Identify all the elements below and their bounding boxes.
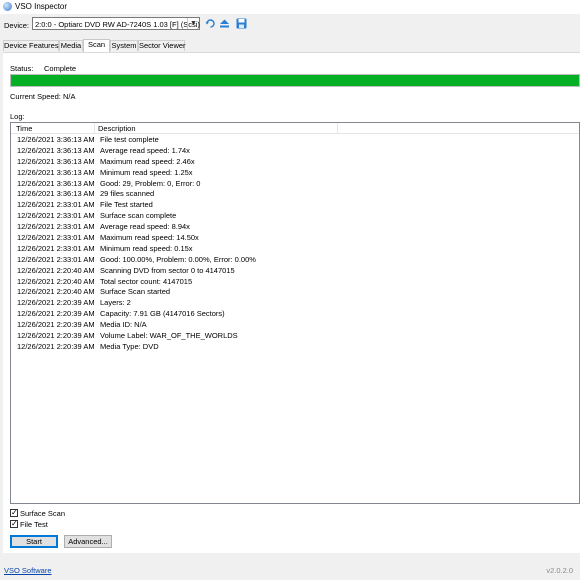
log-time: 12/26/2021 2:20:39 AM xyxy=(17,331,95,341)
log-description: Surface Scan started xyxy=(100,287,171,297)
column-divider[interactable] xyxy=(94,123,95,133)
log-description: Capacity: 7.91 GB (4147016 Sectors) xyxy=(100,309,225,319)
log-description: File test complete xyxy=(100,135,159,144)
log-row[interactable]: 12/26/2021 3:36:13 AM Good: 29, Problem: … xyxy=(11,179,579,190)
progress-fill xyxy=(11,75,579,86)
start-button[interactable]: Start xyxy=(10,535,58,548)
save-icon[interactable] xyxy=(236,18,247,29)
file-test-checkbox[interactable] xyxy=(10,519,18,529)
device-select[interactable]: 2:0:0 - Optiarc DVD RW AD-7240S 1.03 [F]… xyxy=(32,17,200,30)
log-time: 12/26/2021 3:36:13 AM xyxy=(17,167,95,177)
refresh-icon[interactable] xyxy=(205,18,216,29)
log-time: 12/26/2021 2:20:39 AM xyxy=(17,320,95,330)
log-row[interactable]: 12/26/2021 2:20:39 AM Volume Label: WAR_O… xyxy=(11,331,579,342)
log-time: 12/26/2021 2:33:01 AM xyxy=(17,254,95,264)
log-time: 12/26/2021 2:33:01 AM xyxy=(17,222,95,232)
log-label: Log: xyxy=(10,112,25,121)
log-description: Scanning DVD from sector 0 to 4147015 xyxy=(100,265,235,275)
log-description: Minimum read speed: 1.25x xyxy=(100,167,193,177)
log-time: 12/26/2021 3:36:13 AM xyxy=(17,145,95,155)
log-row[interactable]: 12/26/2021 2:20:39 AM Capacity: 7.91 GB (… xyxy=(11,309,579,320)
log-time: 12/26/2021 3:36:13 AM xyxy=(17,156,95,166)
log-description: Maximum read speed: 14.50x xyxy=(100,233,199,243)
log-row[interactable]: 12/26/2021 2:20:40 AM Total sector count:… xyxy=(11,277,579,288)
log-row[interactable]: 12/26/2021 2:33:01 AM Minimum read speed:… xyxy=(11,244,579,255)
status-label: Status: xyxy=(10,64,34,73)
current-speed: Current Speed: N/A xyxy=(10,92,76,101)
log-time: 12/26/2021 2:20:39 AM xyxy=(17,341,95,351)
log-time: 12/26/2021 2:20:40 AM xyxy=(17,265,95,275)
device-select-value: 2:0:0 - Optiarc DVD RW AD-7240S 1.03 [F]… xyxy=(35,20,200,29)
log-time: 12/26/2021 3:36:13 AM xyxy=(17,178,95,188)
log-time: 12/26/2021 3:36:13 AM xyxy=(17,189,95,199)
advanced-button[interactable]: Advanced... xyxy=(64,535,112,548)
log-list[interactable]: Time Description 12/26/2021 3:36:13 AM Fi… xyxy=(10,122,580,504)
tab-system[interactable]: System xyxy=(110,40,138,51)
column-divider[interactable] xyxy=(337,123,338,133)
log-time: 12/26/2021 2:33:01 AM xyxy=(17,200,95,210)
log-row[interactable]: 12/26/2021 3:36:13 AM Minimum read speed:… xyxy=(11,168,579,179)
title-bar: VSO Inspector xyxy=(0,0,580,14)
column-header-description[interactable]: Description xyxy=(98,124,136,133)
window-title: VSO Inspector xyxy=(15,2,68,11)
log-row[interactable]: 12/26/2021 3:36:13 AM Average read speed:… xyxy=(11,146,579,157)
log-description: Media Type: DVD xyxy=(100,341,159,351)
log-description: Media ID: N/A xyxy=(100,320,147,330)
device-label: Device: xyxy=(4,21,30,30)
log-description: Average read speed: 8.94x xyxy=(100,222,190,232)
surface-scan-checkbox[interactable] xyxy=(10,508,18,518)
log-row[interactable]: 12/26/2021 2:20:40 AM Scanning DVD from s… xyxy=(11,266,579,277)
column-header-time[interactable]: Time xyxy=(16,124,32,133)
log-row[interactable]: 12/26/2021 2:33:01 AM File Test started xyxy=(11,200,579,211)
tab-scan[interactable]: Scan xyxy=(83,39,110,52)
status-value: Complete xyxy=(44,64,77,73)
log-description: Volume Label: WAR_OF_THE_WORLDS xyxy=(100,331,238,341)
file-test-label[interactable]: File Test xyxy=(20,520,48,529)
log-row[interactable]: 12/26/2021 2:20:39 AM Layers: 2 xyxy=(11,298,579,309)
log-header: Time Description xyxy=(11,123,579,134)
log-description: Average read speed: 1.74x xyxy=(100,145,190,155)
log-row[interactable]: 12/26/2021 2:20:39 AM Media Type: DVD xyxy=(11,342,579,353)
log-row[interactable]: 12/26/2021 3:36:13 AM Maximum read speed:… xyxy=(11,157,579,168)
log-time: 12/26/2021 2:33:01 AM xyxy=(17,243,95,253)
log-time: 12/26/2021 2:20:39 AM xyxy=(17,298,95,308)
log-time: 12/26/2021 3:36:13 AM xyxy=(17,135,95,144)
log-description: File Test started xyxy=(100,200,153,210)
log-time: 12/26/2021 2:33:01 AM xyxy=(17,233,95,243)
version-label: v2.0.2.0 xyxy=(546,566,573,575)
surface-scan-label[interactable]: Surface Scan xyxy=(20,509,65,518)
log-row[interactable]: 12/26/2021 2:33:01 AM Good: 100.00%, Prob… xyxy=(11,255,579,266)
log-rows: 12/26/2021 3:36:13 AM File test complete 1… xyxy=(11,135,579,353)
app-icon xyxy=(3,2,12,11)
progress-bar xyxy=(10,74,580,87)
log-description: 29 files scanned xyxy=(100,189,155,199)
tab-sector-viewer[interactable]: Sector Viewer xyxy=(138,40,186,51)
vso-software-link[interactable]: VSO Software xyxy=(4,566,52,575)
log-description: Maximum read speed: 2.46x xyxy=(100,156,195,166)
log-description: Layers: 2 xyxy=(100,298,131,308)
log-description: Total sector count: 4147015 xyxy=(100,276,193,286)
chevron-down-icon[interactable]: ▼ xyxy=(187,18,199,29)
log-row[interactable]: 12/26/2021 3:36:13 AM File test complete xyxy=(11,135,579,146)
log-row[interactable]: 12/26/2021 2:33:01 AM Surface scan comple… xyxy=(11,211,579,222)
log-time: 12/26/2021 2:20:40 AM xyxy=(17,276,95,286)
log-row[interactable]: 12/26/2021 2:20:39 AM Media ID: N/A xyxy=(11,320,579,331)
log-row[interactable]: 12/26/2021 2:20:40 AM Surface Scan starte… xyxy=(11,287,579,298)
log-time: 12/26/2021 2:20:40 AM xyxy=(17,287,95,297)
log-time: 12/26/2021 2:33:01 AM xyxy=(17,211,95,221)
log-description: Good: 100.00%, Problem: 0.00%, Error: 0.… xyxy=(100,254,256,264)
log-time: 12/26/2021 2:20:39 AM xyxy=(17,309,95,319)
eject-icon[interactable] xyxy=(219,18,230,29)
tab-device-features[interactable]: Device Features xyxy=(3,40,59,51)
log-description: Good: 29, Problem: 0, Error: 0 xyxy=(100,178,201,188)
log-row[interactable]: 12/26/2021 3:36:13 AM 29 files scanned xyxy=(11,189,579,200)
log-description: Minimum read speed: 0.15x xyxy=(100,243,193,253)
tab-media[interactable]: Media xyxy=(59,40,83,51)
log-row[interactable]: 12/26/2021 2:33:01 AM Maximum read speed:… xyxy=(11,233,579,244)
log-description: Surface scan complete xyxy=(100,211,177,221)
log-row[interactable]: 12/26/2021 2:33:01 AM Average read speed:… xyxy=(11,222,579,233)
